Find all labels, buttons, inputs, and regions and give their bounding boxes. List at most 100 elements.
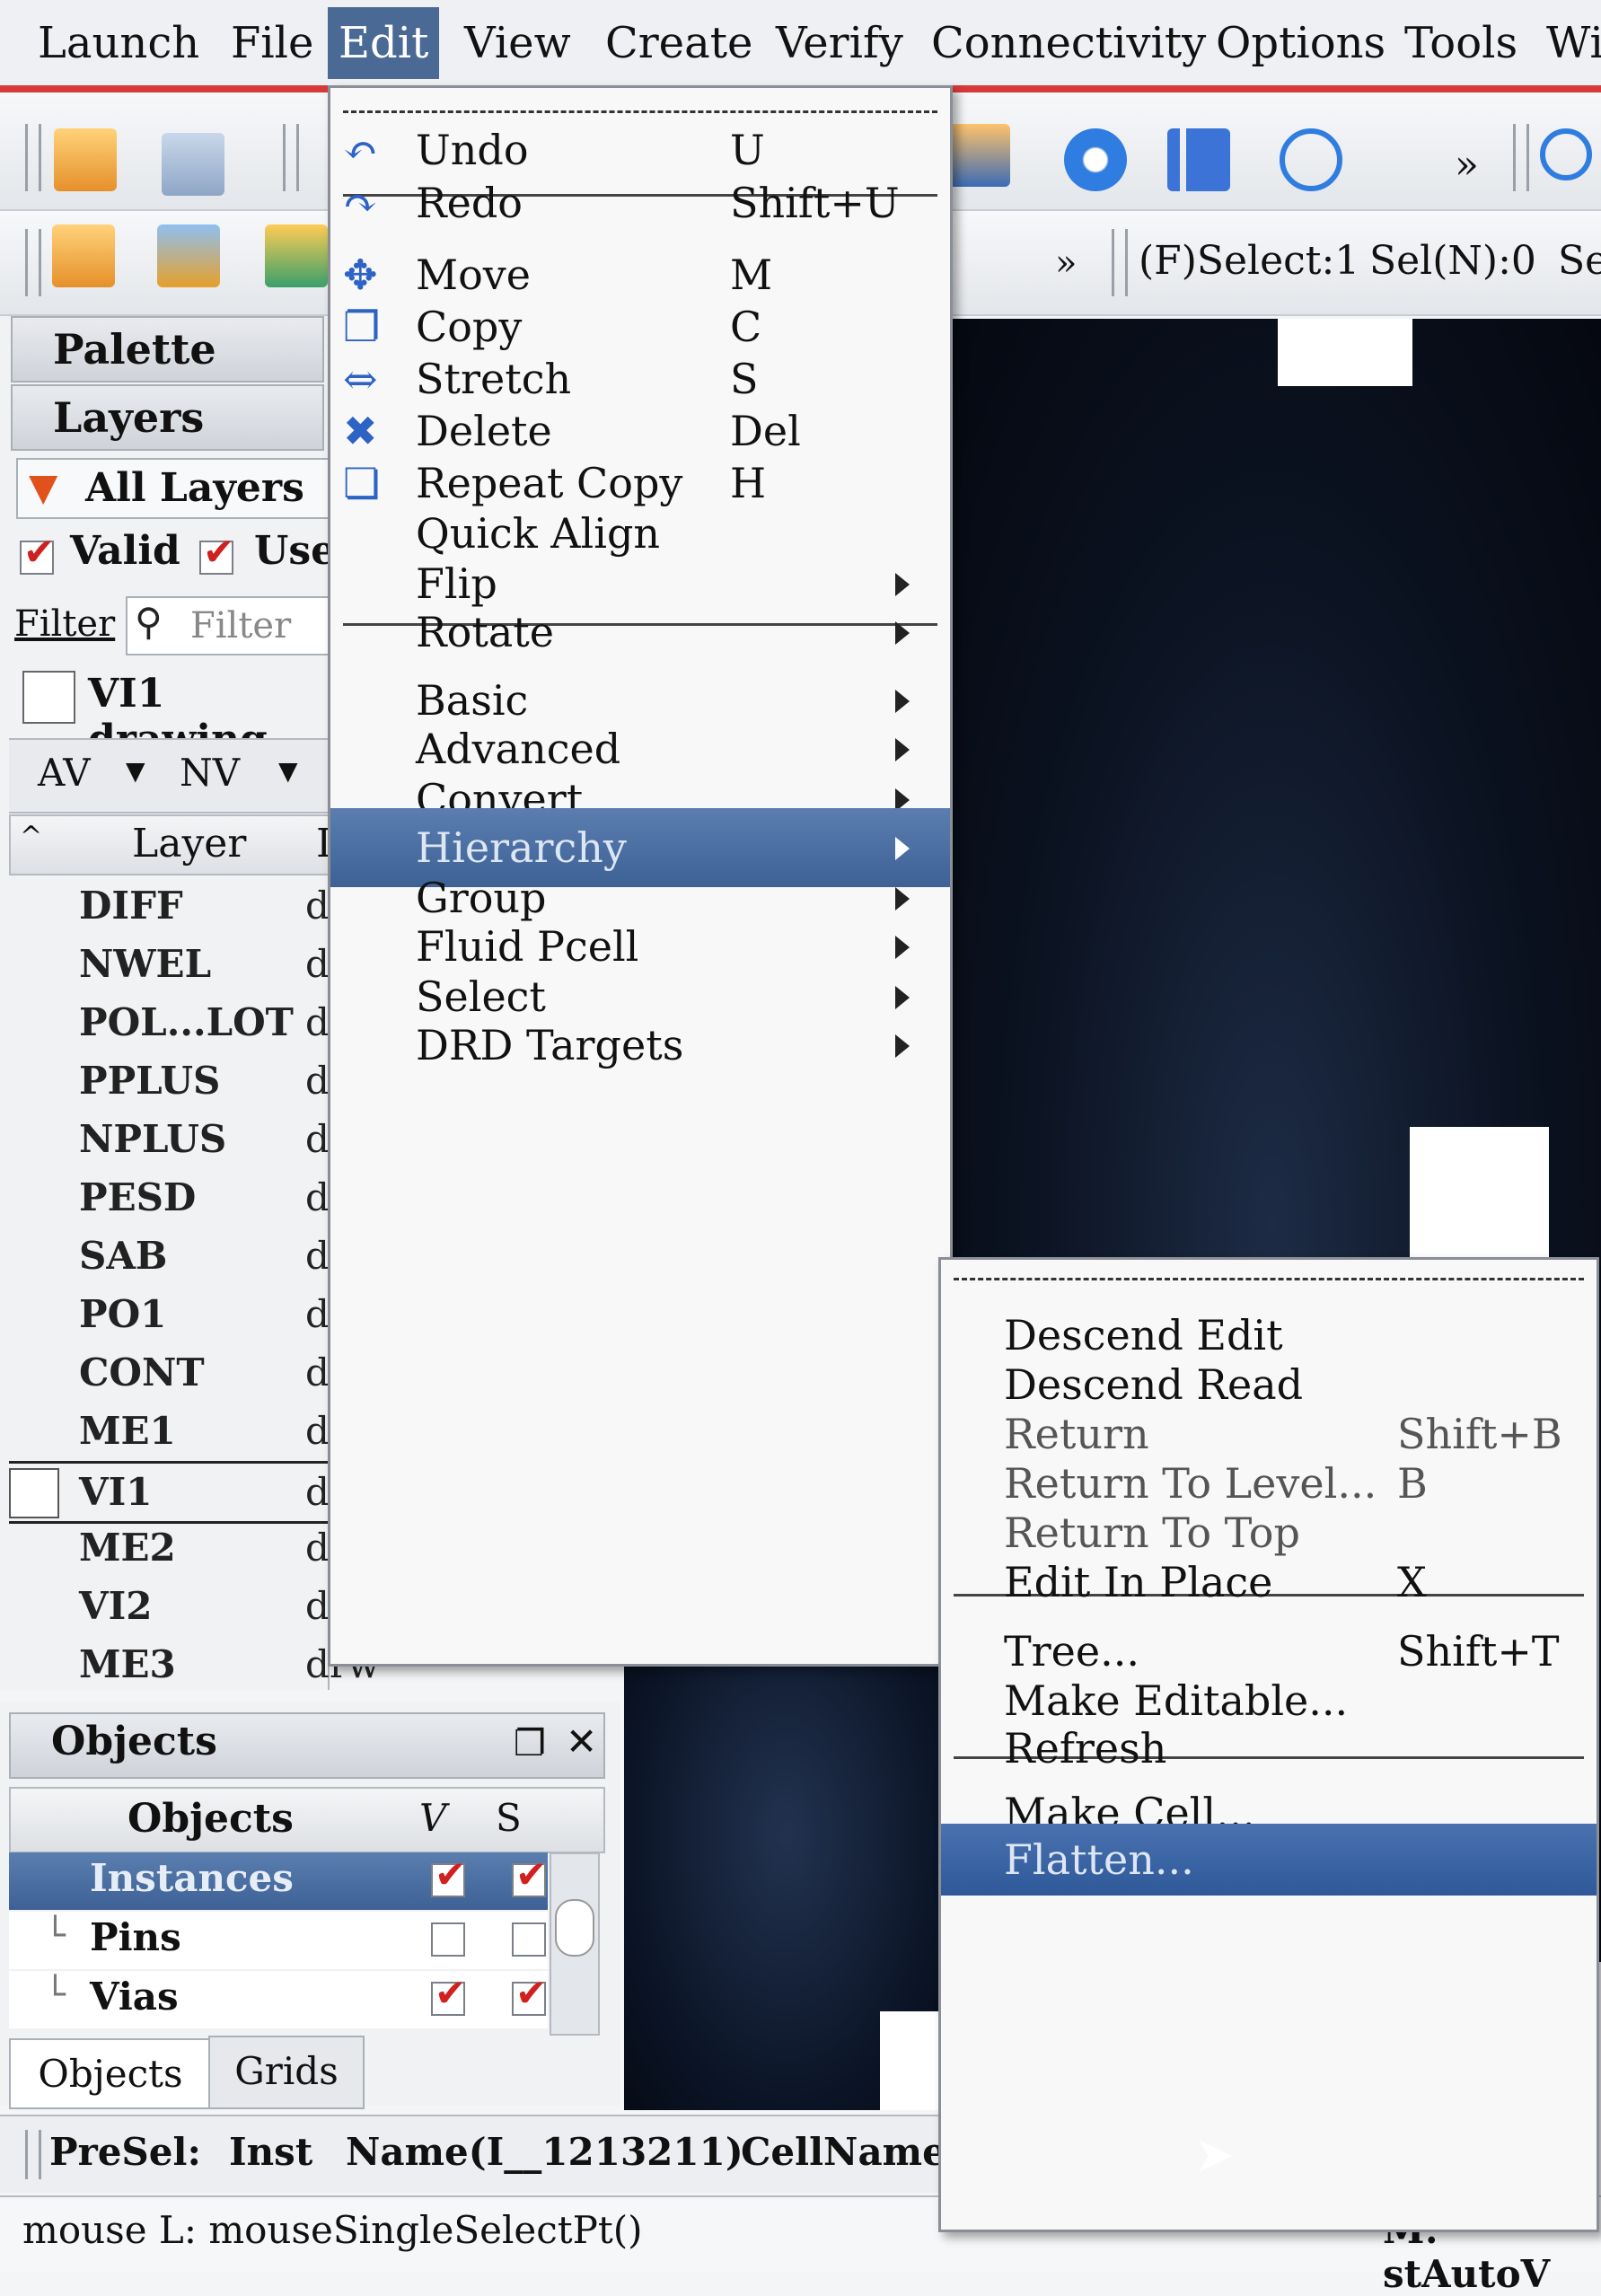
layer-name: NWEL (79, 942, 212, 986)
presel-label: PreSel: (49, 2130, 201, 2174)
objects-panel-header: Objects ❐ ✕ (9, 1712, 605, 1779)
scroll-thumb[interactable] (555, 1899, 594, 1957)
layer-row[interactable]: NWEL d (9, 936, 330, 993)
shape-rect[interactable] (1278, 319, 1412, 386)
layer-row[interactable]: CONT d (9, 1344, 330, 1402)
layer-name: NPLUS (79, 1117, 227, 1161)
overflow-icon[interactable]: » (1455, 142, 1479, 188)
menu-connectivity[interactable]: Connectivity (920, 16, 1217, 70)
objects-title: Objects (51, 1719, 217, 1764)
all-layers-dropdown[interactable]: ▼ All Layers (16, 458, 330, 519)
submenu-arrow-icon (895, 936, 910, 959)
object-row[interactable]: Pins └ (9, 1912, 548, 1969)
shape-rect[interactable] (1410, 1127, 1549, 1257)
overflow-icon[interactable]: » (1055, 242, 1077, 284)
info-icon[interactable] (1064, 128, 1127, 191)
select-mode-icon[interactable] (52, 224, 115, 287)
layer-purpose: d (305, 1584, 330, 1628)
menu-edit[interactable]: Edit (328, 7, 440, 79)
toolbar-grip[interactable] (283, 124, 299, 191)
layer-row[interactable]: ME1 d (9, 1403, 330, 1460)
route-icon[interactable] (157, 224, 220, 287)
tear-off-line[interactable] (954, 1278, 1584, 1280)
layer-row[interactable]: PESD d (9, 1169, 330, 1227)
rebuild-icon[interactable] (947, 124, 1010, 187)
menu-item-drd-targets[interactable]: DRD Targets (330, 1006, 950, 1085)
palette-panel: Palette Layers ▼ All Layers Valid Use Fi… (0, 316, 380, 1693)
selectable-checkbox[interactable] (512, 1852, 547, 1897)
menu-item-redo[interactable]: ↷ Redo Shift+U (330, 163, 950, 242)
palette-header[interactable]: Palette (11, 316, 324, 383)
menu-options[interactable]: Options (1205, 16, 1396, 70)
menu-view[interactable]: View (453, 16, 582, 70)
filter-label: Filter (14, 603, 116, 645)
layer-row[interactable]: POL...LOT d (9, 994, 330, 1051)
mouse-binding-text: mouse L: mouseSingleSelectPt() (22, 2208, 643, 2252)
stack-icon[interactable] (265, 224, 328, 287)
sort-up-icon[interactable]: ^ (20, 821, 42, 852)
visible-checkbox[interactable] (431, 1922, 465, 1957)
selectable-column-header[interactable]: S (496, 1796, 522, 1840)
shape-rect[interactable] (880, 2011, 947, 2110)
selectable-checkbox[interactable] (512, 1971, 547, 2016)
toolbar-grip[interactable] (25, 124, 41, 191)
visible-checkbox[interactable] (431, 1971, 466, 2016)
layer-row[interactable]: SAB d (9, 1227, 330, 1285)
menu-item-rotate[interactable]: Rotate (330, 593, 950, 672)
layer-row[interactable]: NPLUS d (9, 1111, 330, 1168)
layer-column-header[interactable]: Layer (132, 821, 246, 866)
zoom-icon[interactable] (1540, 128, 1592, 180)
align-icon[interactable] (1167, 128, 1230, 191)
selectable-checkbox[interactable] (512, 1922, 546, 1957)
layer-row[interactable]: PPLUS d (9, 1052, 330, 1110)
menu-window[interactable]: Wi (1535, 16, 1601, 70)
used-checkbox[interactable] (199, 530, 234, 575)
menu-tools[interactable]: Tools (1394, 16, 1528, 70)
nv-button[interactable]: NV (180, 751, 240, 795)
toolbar-grip[interactable] (25, 2130, 41, 2179)
layer-row[interactable]: PO1 d (9, 1286, 330, 1343)
av-button[interactable]: AV (38, 751, 91, 795)
submenu-item-edit-in-place[interactable]: Edit In Place X (941, 1543, 1597, 1622)
layout-canvas-lower[interactable] (624, 1652, 947, 2110)
tab-grids[interactable]: Grids (208, 2036, 365, 2109)
objects-column-header[interactable]: Objects (128, 1796, 294, 1842)
valid-checkbox[interactable] (20, 530, 55, 575)
layer-row[interactable]: VI1 d (9, 1461, 330, 1524)
chevron-down-icon[interactable]: ▼ (278, 756, 298, 786)
tab-objects[interactable]: Objects (9, 2038, 212, 2109)
save-icon[interactable] (162, 133, 224, 196)
objects-scrollbar[interactable] (550, 1852, 600, 2036)
menu-file[interactable]: File (220, 16, 324, 70)
menu-item-label: Flatten... (1004, 1835, 1194, 1884)
filter-input[interactable]: ⚲ Filter (126, 596, 331, 655)
layer-swatch[interactable] (9, 1468, 59, 1518)
presel-name: Name(I__1213211) (346, 2130, 743, 2174)
toolbar-grip[interactable] (1112, 229, 1128, 296)
toolbar-grip[interactable] (25, 229, 41, 296)
layers-header[interactable]: Layers (11, 384, 324, 451)
layer-row[interactable]: DIFF d (9, 877, 330, 935)
refresh-icon[interactable] (1280, 128, 1342, 191)
mouse-cursor-icon: ➤ (1194, 2126, 1236, 2183)
close-icon[interactable]: ✕ (566, 1720, 597, 1764)
chevron-down-icon[interactable]: ▼ (126, 756, 145, 786)
menu-verify[interactable]: Verify (765, 16, 914, 70)
object-row[interactable]: Instances (9, 1852, 548, 1910)
layer-row[interactable]: VI2 d (9, 1578, 330, 1635)
toolbar-grip[interactable] (1513, 124, 1529, 191)
menu-item-shortcut: Shift+U (730, 179, 900, 227)
restore-icon[interactable]: ❐ (514, 1723, 546, 1764)
menu-create[interactable]: Create (594, 16, 763, 70)
filter-funnel-icon: ▼ (29, 465, 58, 509)
submenu-item-flatten[interactable]: Flatten... (941, 1824, 1597, 1896)
object-name: Instances (90, 1856, 294, 1900)
visible-checkbox[interactable] (431, 1852, 466, 1897)
object-row[interactable]: Vias └ (9, 1971, 548, 2028)
menu-launch[interactable]: Launch (27, 16, 210, 70)
visible-column-header[interactable]: V (419, 1796, 446, 1840)
layer-row[interactable]: ME2 d (9, 1519, 330, 1577)
open-folder-icon[interactable] (54, 128, 117, 191)
vi1-swatch[interactable] (22, 671, 75, 724)
layer-row[interactable]: ME3drw (9, 1636, 380, 1693)
